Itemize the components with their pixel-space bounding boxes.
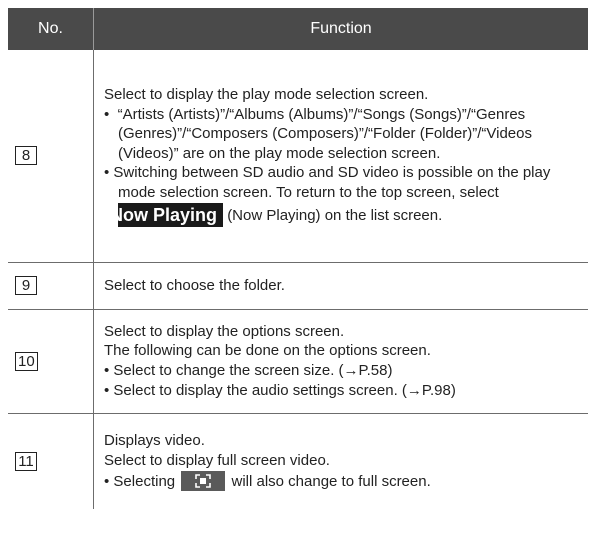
row10-bullet-2: • Select to display the audio settings s…: [104, 381, 456, 399]
row-number-cell: 9: [8, 262, 94, 310]
row10-bullet-1: • Select to change the screen size. (→P.…: [104, 362, 393, 379]
row8-bullet-1: • “Artists (Artists)”/“Albums (Albums)”/…: [104, 105, 532, 162]
fullscreen-icon: [195, 473, 212, 488]
function-table: No. Function 8 Select to display the pla…: [8, 8, 588, 509]
table-row: 9 Select to choose the folder.: [8, 262, 588, 310]
row11-bullet: • Selecting will also change to full scr…: [104, 470, 431, 491]
row9-text: Select to choose the folder.: [104, 276, 285, 294]
table-row: 8 Select to display the play mode select…: [8, 50, 588, 263]
row8-intro: Select to display the play mode selectio…: [104, 85, 429, 103]
item-number-9: 9: [15, 276, 37, 295]
header-no: No.: [8, 8, 94, 50]
header-function: Function: [93, 8, 588, 50]
row10-line-2: The following can be done on the options…: [104, 342, 431, 360]
row11-line-2: Select to display full screen video.: [104, 451, 330, 469]
function-cell: Select to choose the folder.: [93, 262, 588, 310]
table-row: 10 Select to display the options screen.…: [8, 309, 588, 414]
function-cell: Displays video. Select to display full s…: [94, 413, 589, 509]
function-cell: Select to display the play mode selectio…: [93, 50, 588, 263]
item-number-8: 8: [15, 146, 37, 166]
item-number-10: 10: [15, 351, 38, 371]
row8-bullet-2: • Switching between SD audio and SD vide…: [104, 164, 551, 227]
table-header-row: No. Function: [8, 8, 588, 50]
row-number-cell: 8: [8, 50, 94, 263]
item-number-11: 11: [15, 451, 37, 471]
row-number-cell: 10: [8, 309, 94, 414]
now-playing-button: Now Playing: [110, 202, 224, 227]
row-number-cell: 11: [8, 413, 94, 509]
table-row: 11 Displays video. Select to display ful…: [8, 413, 588, 509]
row11-line-1: Displays video.: [104, 432, 205, 450]
fullscreen-button: [181, 470, 226, 491]
function-cell: Select to display the options screen. Th…: [93, 309, 588, 414]
row10-line-1: Select to display the options screen.: [104, 322, 345, 340]
